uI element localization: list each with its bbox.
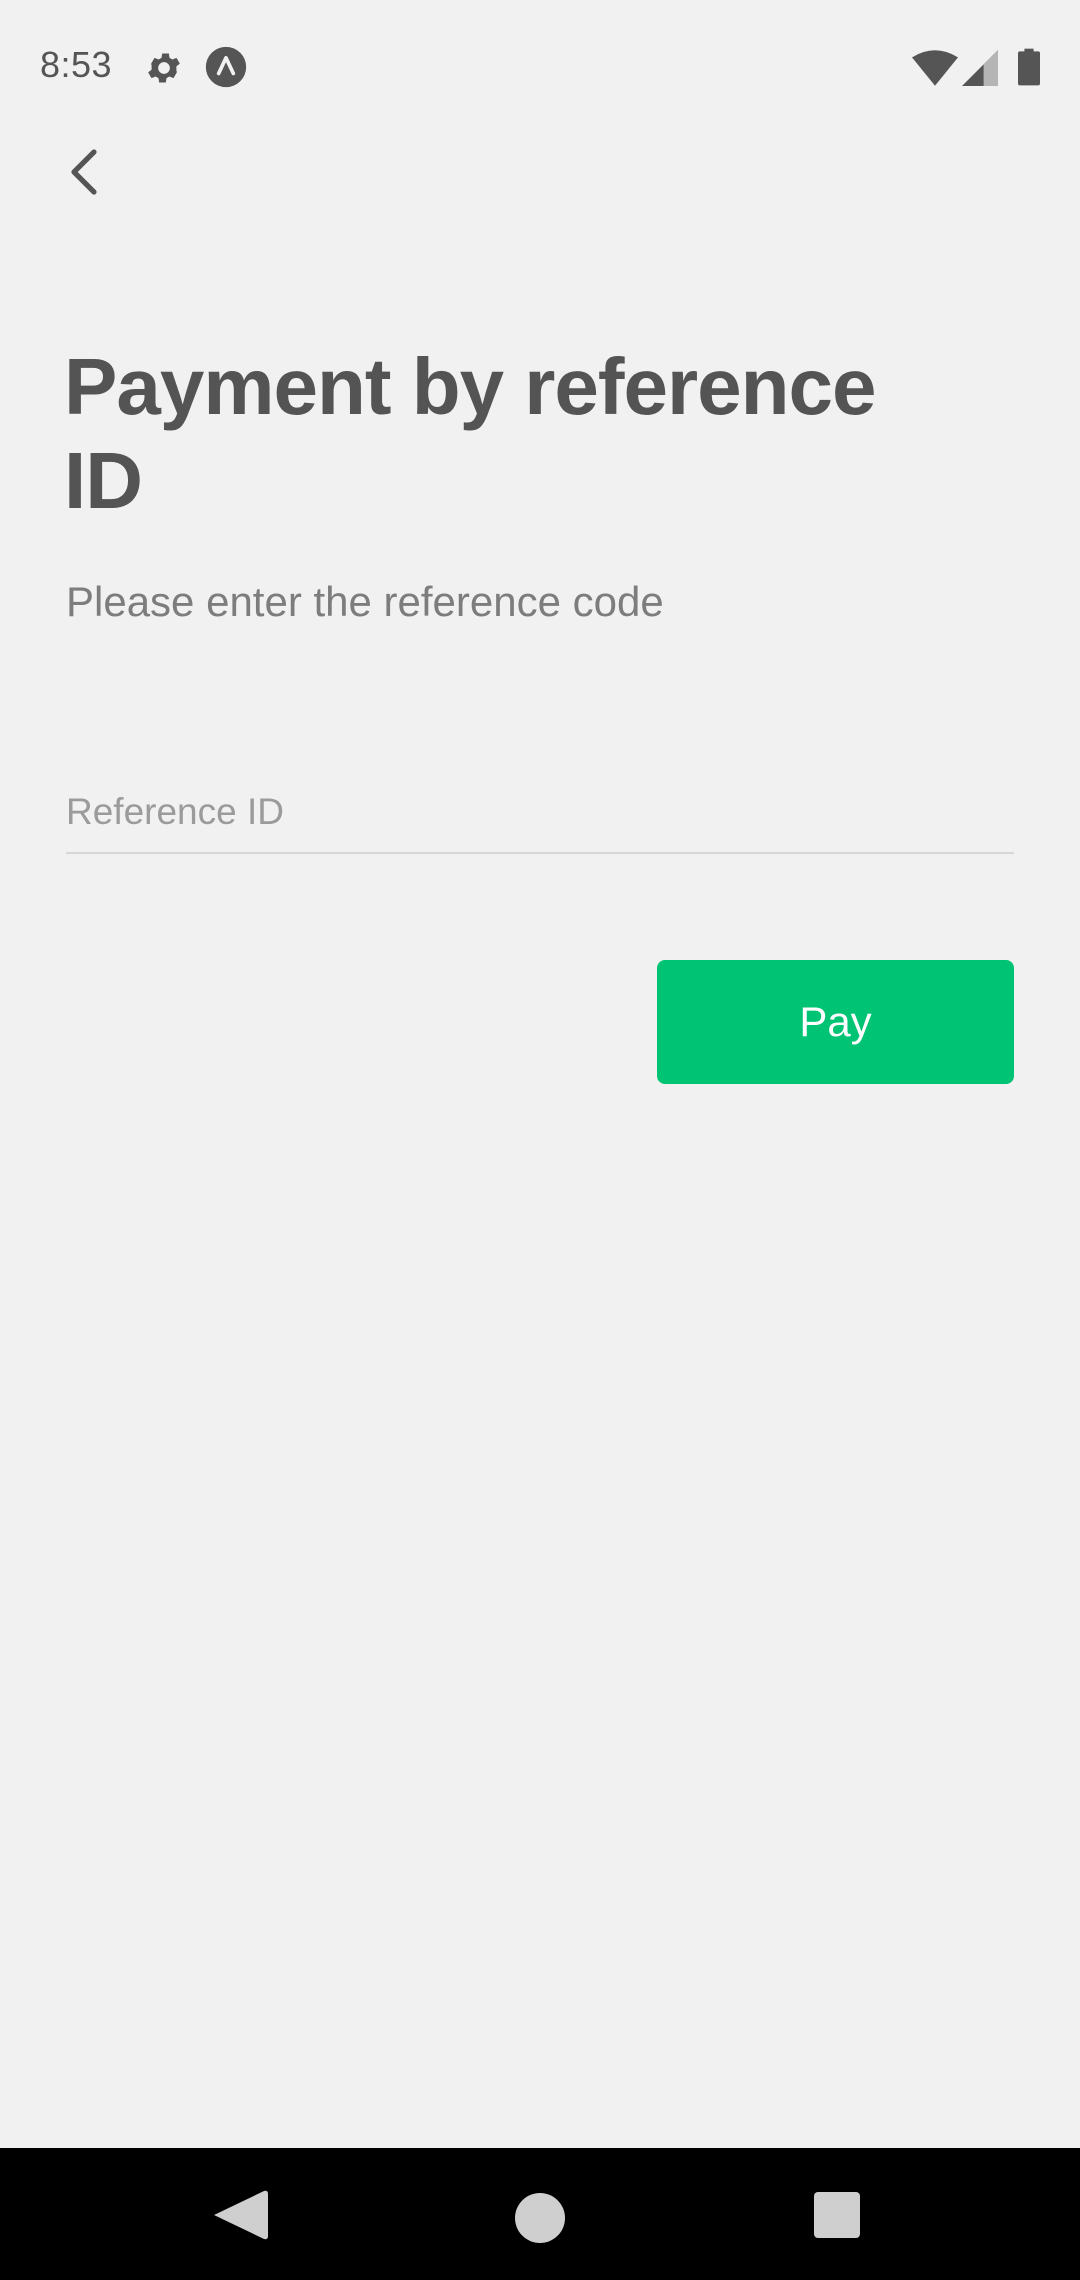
navigation-bar: [0, 2148, 1080, 2280]
payment-screen: 8:53 Payment by reference ID Please ente…: [0, 0, 1080, 2280]
status-time: 8:53: [40, 44, 113, 85]
pay-button[interactable]: Pay: [657, 960, 1014, 1084]
nav-home-icon[interactable]: [514, 2192, 566, 2244]
status-bar: 8:53: [0, 0, 1080, 134]
back-button[interactable]: [44, 132, 124, 212]
reference-id-input[interactable]: [66, 772, 1014, 854]
page-title: Payment by reference ID: [64, 342, 877, 525]
signal-icon: [962, 50, 998, 86]
battery-icon: [1018, 48, 1040, 86]
nav-recents-icon[interactable]: [814, 2192, 860, 2238]
chevron-left-icon: [71, 149, 97, 195]
gear-icon: [148, 53, 180, 83]
page-subtitle: Please enter the reference code: [66, 578, 664, 625]
nav-back-icon[interactable]: [210, 2188, 270, 2242]
wifi-icon: [912, 50, 958, 86]
app-notification-icon: [205, 46, 247, 88]
